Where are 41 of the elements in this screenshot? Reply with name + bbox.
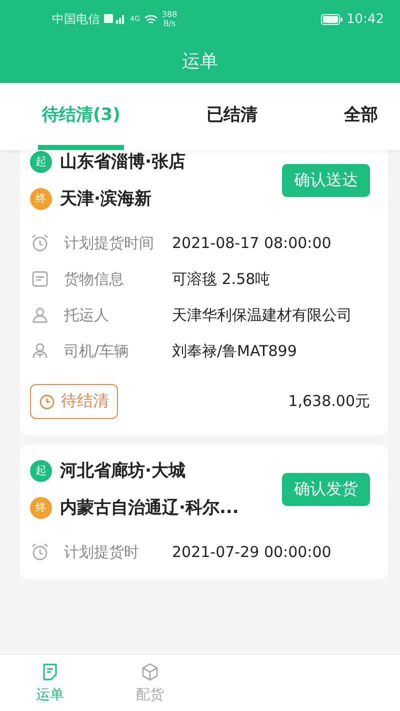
status-label: 待结清 bbox=[61, 391, 109, 412]
nav-item[interactable]: 运单 bbox=[0, 655, 100, 711]
speed-unit: B/s bbox=[163, 19, 176, 28]
destination-badge: 终 bbox=[30, 496, 52, 518]
tab[interactable]: 已结清 bbox=[202, 83, 262, 150]
action-button[interactable]: 确认送达 bbox=[282, 164, 370, 196]
field-value: 可溶毯 2.58吨 bbox=[172, 269, 272, 290]
nav-item[interactable]: 配货 bbox=[100, 655, 200, 711]
origin-place: 河北省廊坊·大城 bbox=[60, 460, 186, 482]
field-value: 2021-08-17 08:00:00 bbox=[172, 233, 332, 254]
field-label: 司机/车辆 bbox=[64, 341, 130, 362]
document-icon bbox=[30, 269, 50, 289]
driver-icon bbox=[30, 341, 50, 361]
field-value: 天津华利保温建材有限公司 bbox=[172, 305, 353, 326]
origin-badge: 起 bbox=[30, 150, 52, 172]
amount: 1,638.00元 bbox=[288, 392, 370, 411]
alarm-clock-icon bbox=[30, 233, 50, 253]
destination-place: 内蒙古自治通辽·科尔... bbox=[60, 497, 239, 519]
field-label: 货物信息 bbox=[64, 269, 125, 290]
box-icon bbox=[140, 662, 160, 682]
battery-icon bbox=[320, 14, 343, 24]
field-value: 2021-07-29 00:00:00 bbox=[172, 542, 332, 563]
field-label: 计划提货时 bbox=[64, 542, 140, 563]
origin-badge: 起 bbox=[30, 460, 52, 482]
field-label: 托运人 bbox=[64, 305, 110, 326]
person-icon bbox=[30, 305, 50, 325]
page-title: 运单 bbox=[181, 50, 219, 74]
wifi-icon bbox=[144, 14, 158, 24]
action-button[interactable]: 确认发货 bbox=[282, 472, 370, 506]
destination-place: 天津·滨海新 bbox=[60, 188, 152, 210]
network-speed: 388 bbox=[162, 10, 178, 19]
field-label: 计划提货时间 bbox=[64, 233, 155, 254]
signal-icon bbox=[104, 13, 126, 25]
destination-badge: 终 bbox=[30, 188, 52, 210]
origin-place: 山东省淄博·张店 bbox=[60, 151, 186, 173]
clock-time: 10:42 bbox=[346, 12, 384, 26]
alarm-clock-icon bbox=[30, 542, 50, 562]
clock-icon bbox=[39, 394, 55, 410]
carrier-name: 中国电信 bbox=[52, 10, 100, 28]
tab[interactable]: 全部 bbox=[340, 83, 382, 150]
field-value: 刘奉禄/鲁MAT899 bbox=[172, 341, 298, 362]
